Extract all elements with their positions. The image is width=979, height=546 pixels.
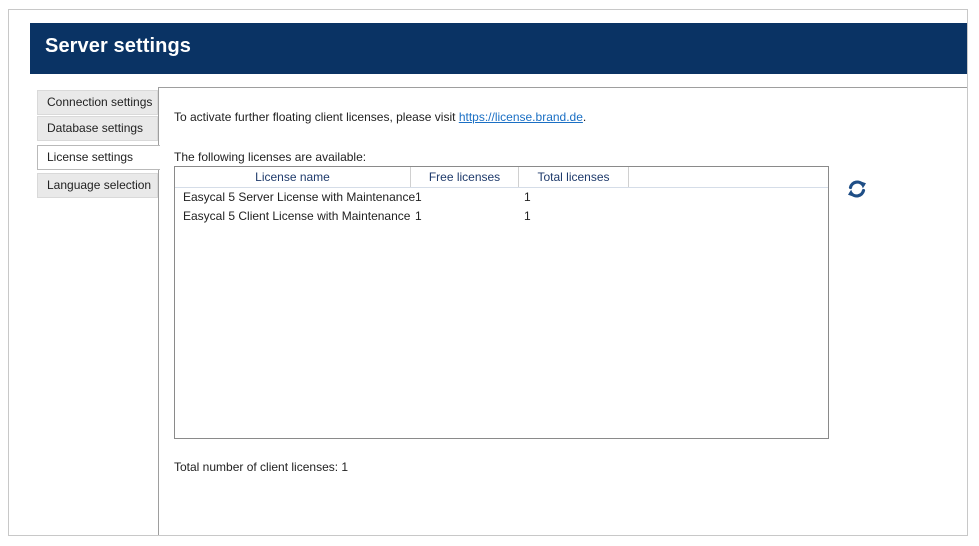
cell-license-name: Easycal 5 Client License with Maintenanc… xyxy=(183,209,411,223)
refresh-icon[interactable] xyxy=(846,178,868,200)
license-link[interactable]: https://license.brand.de xyxy=(459,110,583,124)
column-header-total-licenses[interactable]: Total licenses xyxy=(519,167,629,187)
sidebar-item-language-selection[interactable]: Language selection xyxy=(37,173,158,198)
cell-license-name: Easycal 5 Server License with Maintenanc… xyxy=(183,190,416,204)
table-header: License name Free licenses Total license… xyxy=(175,167,828,188)
window-title: Server settings xyxy=(45,35,192,57)
column-header-free-licenses[interactable]: Free licenses xyxy=(411,167,519,187)
title-bar: Server settings xyxy=(30,23,967,74)
settings-window: Server settings Connection settings Data… xyxy=(8,9,968,536)
info-prefix: To activate further floating client lice… xyxy=(174,110,459,124)
info-text: To activate further floating client lice… xyxy=(174,110,586,124)
refresh-icon-graphic xyxy=(848,180,866,198)
cell-free-licenses: 1 xyxy=(415,209,422,223)
license-settings-panel: To activate further floating client lice… xyxy=(158,87,967,535)
cell-total-licenses: 1 xyxy=(524,190,531,204)
table-row[interactable]: Easycal 5 Server License with Maintenanc… xyxy=(175,188,828,207)
available-licenses-label: The following licenses are available: xyxy=(174,150,367,164)
table-row[interactable]: Easycal 5 Client License with Maintenanc… xyxy=(175,207,828,226)
info-suffix: . xyxy=(582,110,587,124)
cell-free-licenses: 1 xyxy=(415,190,422,204)
sidebar-item-database-settings[interactable]: Database settings xyxy=(37,116,158,141)
licenses-table[interactable]: License name Free licenses Total license… xyxy=(174,166,829,439)
sidebar-item-connection-settings[interactable]: Connection settings xyxy=(37,90,158,115)
total-client-licenses: Total number of client licenses: 1 xyxy=(174,460,349,474)
sidebar-item-license-settings[interactable]: License settings xyxy=(37,145,160,170)
column-header-license-name[interactable]: License name xyxy=(175,167,411,187)
cell-total-licenses: 1 xyxy=(524,209,531,223)
